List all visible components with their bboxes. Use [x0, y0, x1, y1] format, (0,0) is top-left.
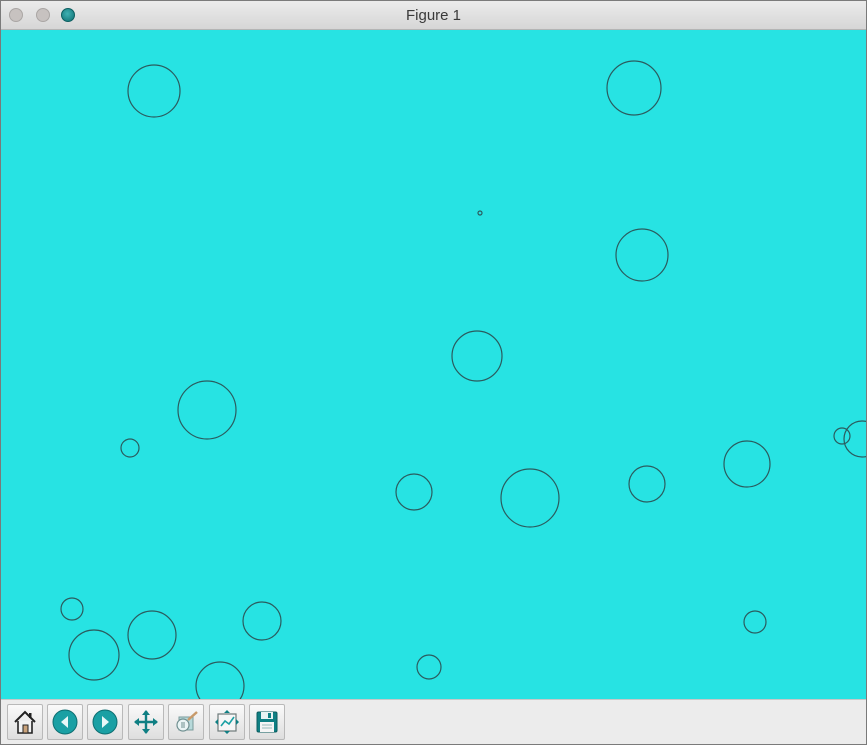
- bubble: [127, 610, 177, 660]
- window-title: Figure 1: [405, 7, 462, 24]
- bubble: [177, 380, 237, 440]
- bubble: [606, 60, 662, 116]
- bubbles-plot: [60, 60, 866, 699]
- bubble: [242, 601, 282, 641]
- save-button[interactable]: [249, 704, 285, 740]
- bubble: [723, 440, 771, 488]
- figure-window: Figure 1: [0, 0, 867, 745]
- move-arrows-icon: [134, 710, 158, 734]
- bubble: [743, 610, 767, 634]
- zoom-rect-icon: [176, 711, 198, 732]
- bubble: [395, 473, 433, 511]
- bubble: [416, 654, 442, 680]
- plot-canvas[interactable]: [1, 30, 866, 699]
- bubble: [120, 438, 140, 458]
- navigation-toolbar: [1, 699, 866, 744]
- bubble: [833, 427, 851, 445]
- bubble: [628, 465, 666, 503]
- home-icon: [14, 710, 36, 734]
- back-button[interactable]: [47, 704, 83, 740]
- bubble: [451, 330, 503, 382]
- arrow-left-icon: [52, 709, 78, 735]
- bubble: [127, 64, 181, 118]
- title-bar[interactable]: Figure 1: [1, 1, 866, 30]
- configure-subplots-button[interactable]: [209, 704, 245, 740]
- zoom-button[interactable]: [168, 704, 204, 740]
- home-button[interactable]: [7, 704, 43, 740]
- bubble: [68, 629, 120, 681]
- bubble: [500, 468, 560, 528]
- bubble: [60, 597, 84, 621]
- pan-button[interactable]: [128, 704, 164, 740]
- arrow-right-icon: [92, 709, 118, 735]
- bubble: [615, 228, 669, 282]
- floppy-disk-icon: [256, 711, 278, 733]
- bubble: [477, 210, 483, 216]
- subplots-icon: [215, 710, 239, 734]
- bubble: [843, 420, 866, 458]
- bubble: [195, 661, 245, 699]
- forward-button[interactable]: [87, 704, 123, 740]
